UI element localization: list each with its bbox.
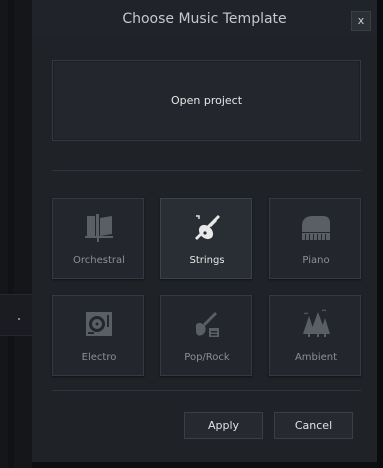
- turntable-icon: [53, 306, 145, 342]
- piano-icon: [270, 209, 362, 245]
- template-label: Pop/Rock: [184, 352, 230, 363]
- template-label: Strings: [189, 255, 225, 266]
- forest-icon: [270, 306, 362, 342]
- divider: [52, 170, 361, 171]
- cancel-button[interactable]: Cancel: [274, 412, 353, 439]
- template-label: Orchestral: [73, 255, 125, 266]
- background-timeline-panel: [0, 0, 32, 468]
- electric-guitar-icon: [161, 306, 253, 342]
- open-project-button[interactable]: Open project: [52, 60, 361, 141]
- background-track-marker: [0, 294, 32, 336]
- template-label: Piano: [302, 255, 330, 266]
- close-button[interactable]: x: [351, 11, 371, 31]
- template-tile-ambient[interactable]: Ambient: [269, 295, 361, 376]
- template-tile-electro[interactable]: Electro: [52, 295, 144, 376]
- template-tile-orchestral[interactable]: Orchestral: [52, 198, 144, 279]
- template-tile-pop-rock[interactable]: Pop/Rock: [160, 295, 252, 376]
- background-tick: [18, 318, 20, 320]
- orchestral-icon: [53, 209, 145, 245]
- dialog-title: Choose Music Template: [122, 11, 287, 27]
- background-track-strip: [8, 0, 14, 468]
- template-tile-piano[interactable]: Piano: [269, 198, 361, 279]
- choose-music-template-dialog: Choose Music Template x Open project Orc…: [32, 0, 377, 462]
- violin-icon: [161, 209, 253, 245]
- divider: [52, 390, 361, 391]
- template-tile-strings[interactable]: Strings: [160, 198, 252, 279]
- template-label: Electro: [81, 352, 117, 363]
- background-right-edge: [377, 0, 383, 468]
- apply-button[interactable]: Apply: [184, 412, 263, 439]
- dialog-titlebar: Choose Music Template x: [32, 0, 377, 38]
- template-label: Ambient: [294, 352, 338, 363]
